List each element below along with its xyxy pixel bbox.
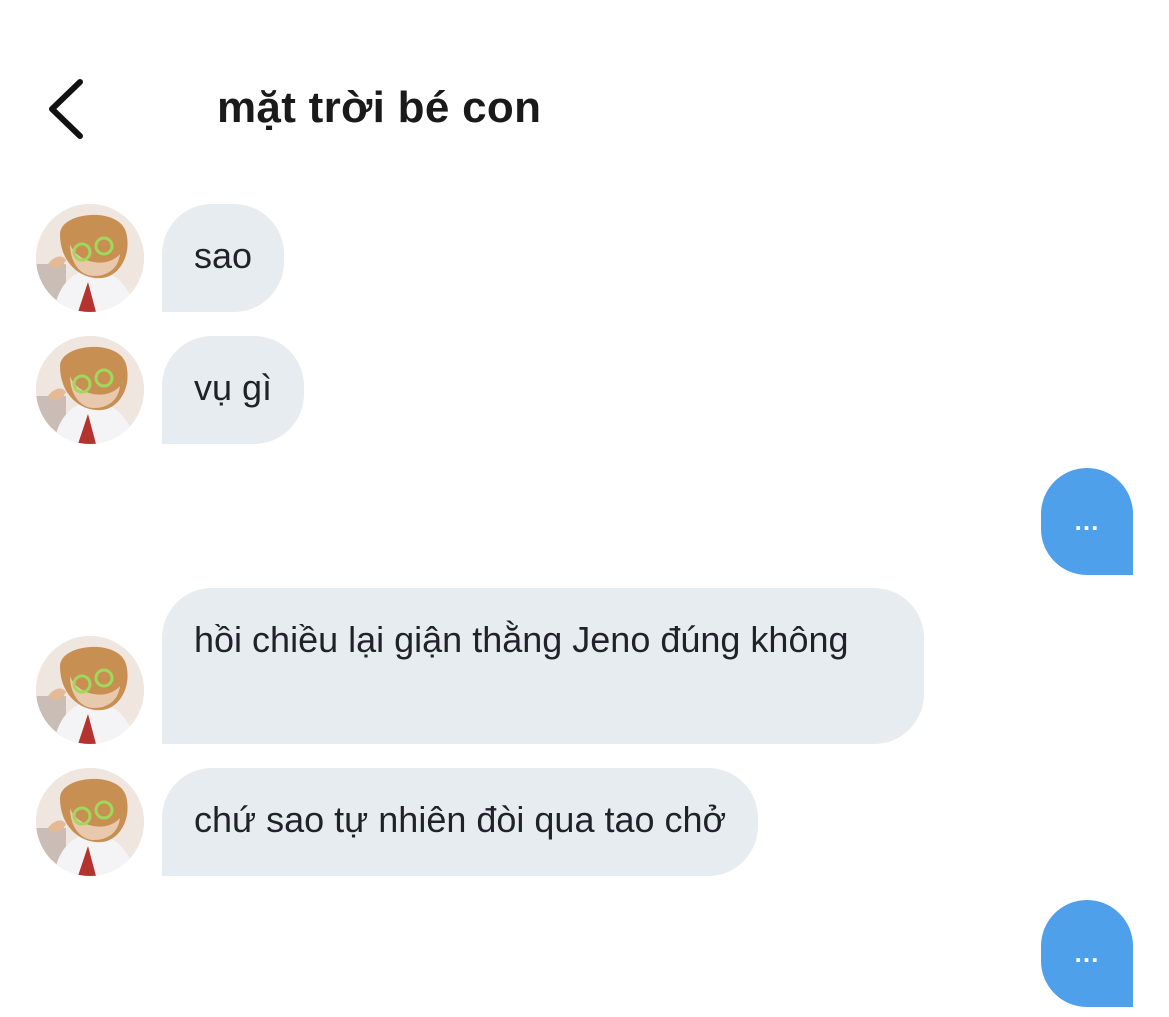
avatar[interactable] <box>36 336 144 444</box>
message-text: chứ sao tự nhiên đòi qua tao chở <box>194 799 727 840</box>
chevron-left-icon <box>49 79 83 139</box>
avatar[interactable] <box>36 204 144 312</box>
message-text: hồi chiều lại giận thằng Jeno đúng không <box>194 619 849 660</box>
outgoing-message-bubble[interactable]: ... <box>1041 900 1133 1007</box>
incoming-message-bubble: vụ gì <box>162 336 305 444</box>
ellipsis-text: ... <box>1074 938 1100 968</box>
message-row: chứ sao tự nhiên đòi qua tao chở <box>0 768 1169 876</box>
ellipsis-text: ... <box>1074 506 1100 536</box>
message-row: hồi chiều lại giận thằng Jeno đúng không <box>0 588 1169 744</box>
chat-title: mặt trời bé con <box>217 83 542 132</box>
message-row: sao <box>0 204 1169 312</box>
back-button[interactable] <box>38 74 98 144</box>
message-row: vụ gì <box>0 336 1169 444</box>
message-text: vụ gì <box>194 367 273 408</box>
chat-header: mặt trời bé con <box>0 60 1169 156</box>
avatar[interactable] <box>36 636 144 744</box>
avatar[interactable] <box>36 768 144 876</box>
incoming-message-bubble: sao <box>162 204 285 312</box>
outgoing-message-bubble[interactable]: ... <box>1041 468 1133 575</box>
incoming-message-bubble: chứ sao tự nhiên đòi qua tao chở <box>162 768 759 876</box>
incoming-message-bubble: hồi chiều lại giận thằng Jeno đúng không <box>162 588 924 744</box>
message-text: sao <box>194 235 253 276</box>
